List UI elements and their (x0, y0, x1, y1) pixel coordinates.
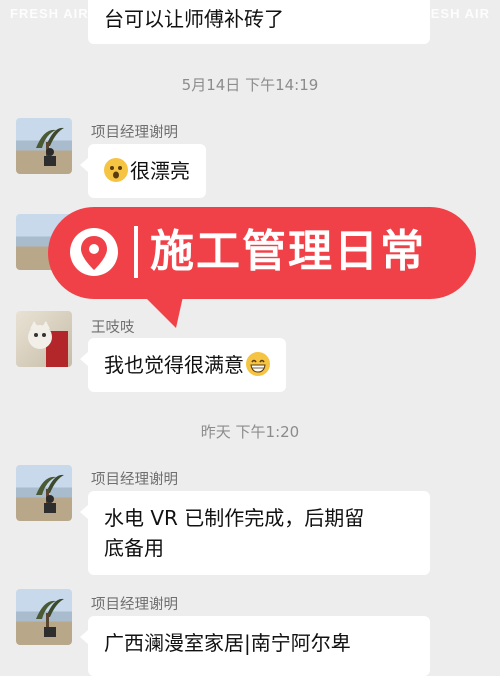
message-text-3-line2: 底备用 (104, 536, 164, 560)
timestamp-2: 昨天 下午1:20 (200, 423, 300, 441)
grinning-face-emoji-icon (246, 352, 270, 376)
sender-name-4: 项目经理谢明 (91, 597, 178, 613)
message-bubble-3[interactable]: 水电 VR 已制作完成，后期留 底备用 (80, 491, 430, 575)
message-text-4: 广西澜漫室家居|南宁阿尔卑 (104, 631, 351, 655)
timestamp-1: 5月14日 下午14:19 (181, 76, 319, 94)
sender-name-3: 项目经理谢明 (91, 472, 178, 488)
banner-title: 施工管理日常 (150, 226, 426, 277)
message-text-3-line1: 水电 VR 已制作完成，后期留 (104, 506, 365, 530)
banner-tail (140, 292, 184, 328)
avatar-xie-ming-3[interactable] (16, 465, 72, 521)
avatar-photo (36, 127, 64, 166)
avatar-wang-zhizhi[interactable] (16, 311, 72, 367)
avatar-xie-ming-4[interactable] (16, 589, 72, 645)
astonished-face-emoji-icon (104, 158, 128, 182)
avatar-photo (36, 598, 64, 637)
watermark-left: FRESH AIR (10, 6, 89, 21)
sender-name-1: 项目经理谢明 (91, 125, 178, 141)
message-bubble-2[interactable]: 我也觉得很满意 (80, 338, 286, 392)
message-text-top: 台可以让师傅补砖了 (104, 7, 284, 31)
message-text-1: 很漂亮 (130, 159, 190, 183)
message-text-2: 我也觉得很满意 (104, 353, 244, 377)
banner-divider (134, 226, 138, 278)
sender-name-2: 王吱吱 (91, 320, 135, 336)
location-pin-icon (70, 228, 118, 276)
message-bubble-1[interactable]: 很漂亮 (80, 144, 206, 198)
avatar-photo (36, 474, 64, 513)
avatar-xie-ming[interactable] (16, 118, 72, 174)
message-bubble-4[interactable]: 广西澜漫室家居|南宁阿尔卑 (80, 616, 430, 676)
message-bubble-top[interactable]: 台可以让师傅补砖了 (88, 0, 430, 44)
avatar-photo (28, 321, 68, 367)
